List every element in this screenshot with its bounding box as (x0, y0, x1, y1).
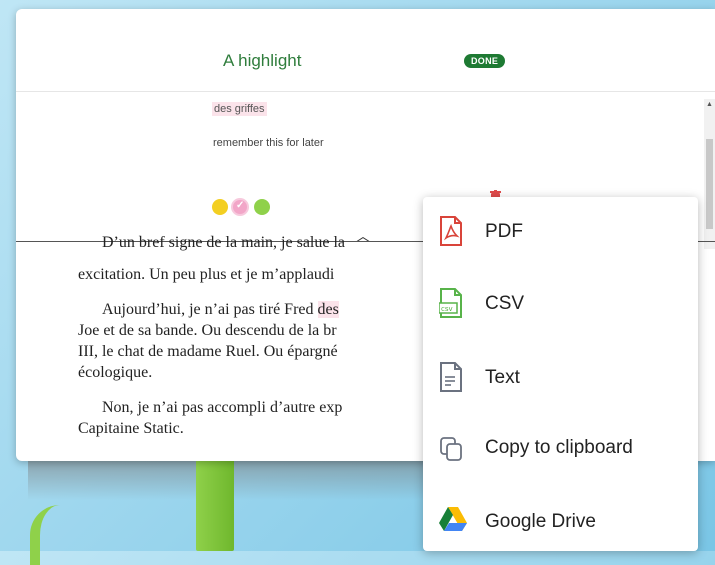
copy-clipboard-item[interactable]: Copy to clipboard (423, 413, 698, 483)
book-line-cut: D’un bref signe de la main, je salue la (102, 234, 346, 251)
scroll-up-arrow-icon[interactable]: ▲ (706, 101, 713, 108)
highlight-title: A highlight (223, 51, 302, 70)
book-line: Joe et de sa bande. Ou descendu de la br (78, 322, 337, 339)
book-text: Aujourd’hui, je n’ai pas tiré Fred (102, 301, 318, 318)
color-yellow-swatch[interactable] (212, 199, 228, 215)
book-line: écologique. (78, 364, 153, 381)
copy-icon (439, 432, 467, 464)
highlight-text: des griffes (212, 102, 267, 116)
color-pink-swatch-selected[interactable]: ✓ (231, 198, 249, 216)
csv-icon: csv (438, 288, 467, 320)
highlight-header: A highlight DONE (16, 9, 715, 92)
copy-clipboard-label: Copy to clipboard (485, 437, 633, 458)
book-line: III, le chat de madame Ruel. Ou épargné (78, 343, 338, 360)
book-line: Capitaine Static. (78, 420, 184, 437)
google-drive-icon (439, 506, 467, 538)
status-badge: DONE (464, 54, 506, 68)
book-line: Aujourd’hui, je n’ai pas tiré Fred des (102, 299, 339, 320)
export-text-label: Text (485, 367, 520, 388)
export-pdf-item[interactable]: PDF (423, 197, 698, 267)
check-icon: ✓ (236, 200, 245, 211)
scrollbar[interactable]: ▲ (704, 99, 715, 249)
csv-icon-text: csv (441, 305, 453, 313)
export-google-drive-item[interactable]: Google Drive (423, 487, 698, 557)
export-csv-item[interactable]: csv CSV (423, 269, 698, 339)
scrollbar-thumb[interactable] (706, 139, 713, 229)
export-pdf-label: PDF (485, 221, 523, 242)
background-curve (30, 505, 100, 565)
book-line: Non, je n’ai pas accompli d’autre exp (102, 399, 343, 416)
text-file-icon (439, 362, 467, 394)
book-line: excitation. Un peu plus et je m’applaudi (78, 266, 335, 283)
export-text-item[interactable]: Text (423, 343, 698, 413)
highlight-note[interactable]: remember this for later (213, 137, 324, 149)
book-highlight[interactable]: des (317, 301, 339, 318)
color-green-swatch[interactable] (254, 199, 270, 215)
export-google-drive-label: Google Drive (485, 511, 596, 532)
pdf-icon (439, 216, 467, 248)
export-csv-label: CSV (485, 293, 525, 314)
export-menu: PDF csv CSV Text Copy to clipboard Googl… (423, 197, 698, 551)
